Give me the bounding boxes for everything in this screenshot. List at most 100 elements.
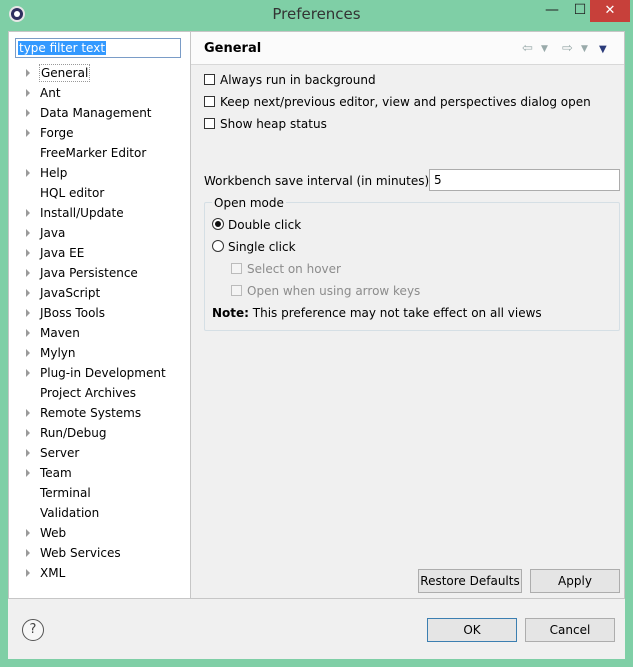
- expand-arrow-icon[interactable]: [26, 449, 30, 457]
- expand-arrow-icon[interactable]: [26, 269, 30, 277]
- always-run-background-checkbox[interactable]: [204, 74, 215, 85]
- tree-item-label: HQL editor: [40, 186, 105, 200]
- tree-item[interactable]: Install/Update: [9, 203, 190, 223]
- tree-item-label: Java: [40, 226, 66, 240]
- tree-item[interactable]: Project Archives: [9, 383, 190, 403]
- open-arrow-keys-label: Open when using arrow keys: [247, 284, 421, 298]
- tree-item[interactable]: JBoss Tools: [9, 303, 190, 323]
- minimize-button[interactable]: —: [538, 0, 566, 22]
- expand-arrow-icon[interactable]: [26, 169, 30, 177]
- tree-item-label: Team: [40, 466, 72, 480]
- tree-item[interactable]: Terminal: [9, 483, 190, 503]
- tree-item-label: Forge: [40, 126, 74, 140]
- tree-item-label: Help: [40, 166, 68, 180]
- tree-item-label: Data Management: [40, 106, 152, 120]
- tree-item[interactable]: General: [9, 63, 190, 83]
- tree-item-label: JBoss Tools: [40, 306, 105, 320]
- expand-arrow-icon[interactable]: [26, 369, 30, 377]
- tree-item[interactable]: Web: [9, 523, 190, 543]
- expand-arrow-icon[interactable]: [26, 349, 30, 357]
- open-arrow-keys-checkbox: [231, 285, 242, 296]
- tree-item[interactable]: Java Persistence: [9, 263, 190, 283]
- restore-defaults-button[interactable]: Restore Defaults: [418, 569, 522, 593]
- expand-arrow-icon[interactable]: [26, 309, 30, 317]
- note-text: This preference may not take effect on a…: [248, 306, 542, 320]
- tree-item[interactable]: Mylyn: [9, 343, 190, 363]
- preference-tree-pane: type filter text General Ant Data Manageme…: [8, 31, 191, 599]
- preference-page: General ⇦ ▼ ⇨ ▼ ▼ Always run in backgrou…: [191, 31, 625, 599]
- note-bold: Note:: [212, 306, 249, 320]
- tree-item[interactable]: Maven: [9, 323, 190, 343]
- tree-item[interactable]: HQL editor: [9, 183, 190, 203]
- expand-arrow-icon[interactable]: [26, 109, 30, 117]
- show-heap-status-checkbox[interactable]: [204, 118, 215, 129]
- tree-item[interactable]: Run/Debug: [9, 423, 190, 443]
- help-icon[interactable]: ?: [22, 619, 44, 641]
- double-click-radio[interactable]: [212, 218, 224, 230]
- select-on-hover-checkbox: [231, 263, 242, 274]
- expand-arrow-icon[interactable]: [26, 529, 30, 537]
- dialog-client-area: type filter text General Ant Data Manageme…: [8, 31, 625, 659]
- preference-tree: General Ant Data Management Forge FreeMarker…: [9, 63, 190, 583]
- expand-arrow-icon[interactable]: [26, 89, 30, 97]
- tree-item-label: Install/Update: [40, 206, 124, 220]
- back-arrow-icon[interactable]: ⇦: [522, 41, 533, 56]
- expand-arrow-icon[interactable]: [26, 549, 30, 557]
- ok-button[interactable]: OK: [427, 618, 517, 642]
- single-click-radio[interactable]: [212, 240, 224, 252]
- save-interval-input[interactable]: 5: [429, 169, 620, 191]
- expand-arrow-icon[interactable]: [26, 209, 30, 217]
- tree-item[interactable]: JavaScript: [9, 283, 190, 303]
- expand-arrow-icon[interactable]: [26, 249, 30, 257]
- expand-arrow-icon[interactable]: [26, 129, 30, 137]
- tree-item-label: Java EE: [40, 246, 85, 260]
- save-interval-label: Workbench save interval (in minutes):: [204, 174, 434, 188]
- keep-next-previous-checkbox[interactable]: [204, 96, 215, 107]
- tree-item[interactable]: Web Services: [9, 543, 190, 563]
- tree-item-label: Plug-in Development: [40, 366, 166, 380]
- tree-item[interactable]: FreeMarker Editor: [9, 143, 190, 163]
- select-on-hover-label: Select on hover: [247, 262, 341, 276]
- expand-arrow-icon[interactable]: [26, 569, 30, 577]
- preferences-window: Preferences — ☐ ✕ type filter text Gener…: [0, 0, 633, 667]
- expand-arrow-icon[interactable]: [26, 69, 30, 77]
- expand-arrow-icon[interactable]: [26, 289, 30, 297]
- apply-button[interactable]: Apply: [530, 569, 620, 593]
- tree-item-label: Ant: [40, 86, 61, 100]
- cancel-button[interactable]: Cancel: [525, 618, 615, 642]
- tree-item-label: Mylyn: [40, 346, 76, 360]
- expand-arrow-icon[interactable]: [26, 409, 30, 417]
- view-menu-icon[interactable]: ▼: [599, 44, 607, 55]
- tree-item[interactable]: Forge: [9, 123, 190, 143]
- expand-arrow-icon[interactable]: [26, 429, 30, 437]
- tree-item[interactable]: Team: [9, 463, 190, 483]
- expand-arrow-icon[interactable]: [26, 469, 30, 477]
- tree-item[interactable]: Remote Systems: [9, 403, 190, 423]
- filter-input-text: type filter text: [18, 41, 107, 55]
- back-dropdown-icon[interactable]: ▼: [541, 44, 548, 54]
- tree-item[interactable]: Ant: [9, 83, 190, 103]
- tree-item[interactable]: Validation: [9, 503, 190, 523]
- double-click-label: Double click: [228, 218, 302, 232]
- tree-item-label: Terminal: [40, 486, 91, 500]
- page-title: General: [204, 41, 262, 56]
- tree-item-label: Java Persistence: [40, 266, 138, 280]
- title-bar[interactable]: Preferences — ☐ ✕: [0, 0, 633, 30]
- single-click-label: Single click: [228, 240, 296, 254]
- filter-input[interactable]: type filter text: [15, 38, 181, 58]
- tree-item[interactable]: Plug-in Development: [9, 363, 190, 383]
- expand-arrow-icon[interactable]: [26, 329, 30, 337]
- forward-arrow-icon[interactable]: ⇨: [562, 41, 573, 56]
- tree-item-label: Run/Debug: [40, 426, 107, 440]
- expand-arrow-icon[interactable]: [26, 229, 30, 237]
- tree-item[interactable]: XML: [9, 563, 190, 583]
- tree-item[interactable]: Help: [9, 163, 190, 183]
- tree-item[interactable]: Java EE: [9, 243, 190, 263]
- close-button[interactable]: ✕: [590, 0, 630, 22]
- forward-dropdown-icon[interactable]: ▼: [581, 44, 588, 54]
- tree-item[interactable]: Data Management: [9, 103, 190, 123]
- tree-item-label: General: [39, 64, 91, 82]
- tree-item[interactable]: Java: [9, 223, 190, 243]
- tree-item[interactable]: Server: [9, 443, 190, 463]
- tree-item-label: XML: [40, 566, 66, 580]
